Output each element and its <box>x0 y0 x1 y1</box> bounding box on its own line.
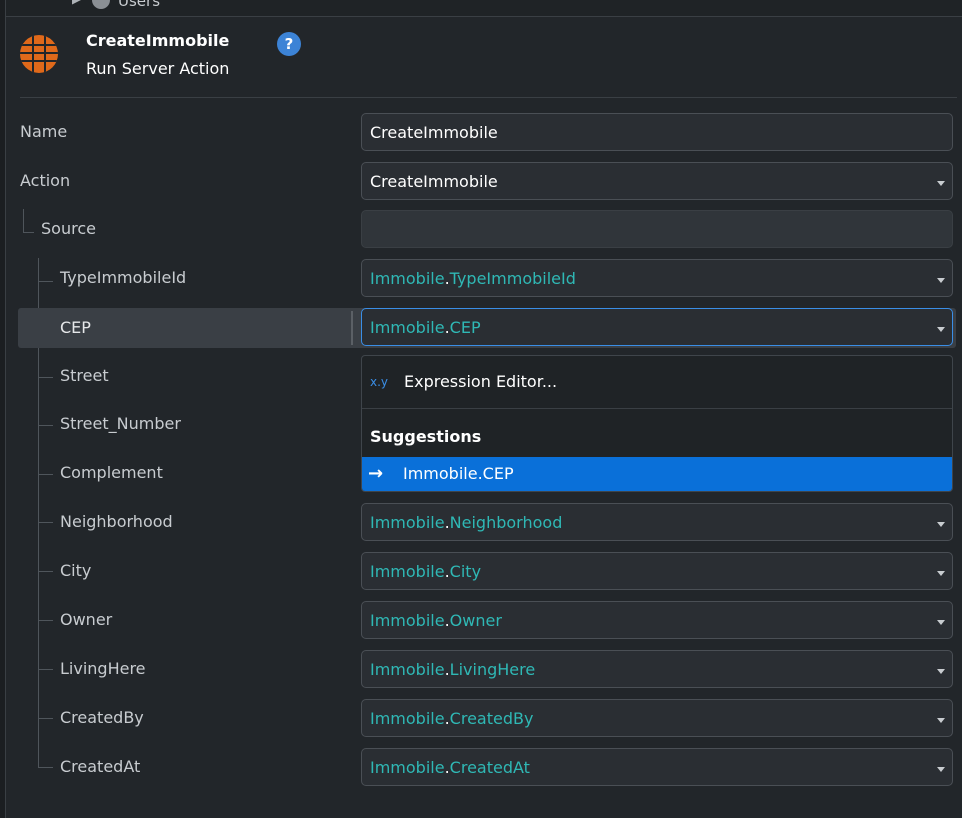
expression-value: Immobile.CEP <box>370 318 481 337</box>
tree-node-users[interactable]: ▶ Users <box>6 0 962 17</box>
property-label: Neighborhood <box>60 512 173 531</box>
property-label: LivingHere <box>60 659 146 678</box>
name-input[interactable]: CreateImmobile <box>361 113 953 151</box>
property-label: Source <box>41 219 96 238</box>
element-title: CreateImmobile <box>86 31 230 50</box>
chevron-down-icon[interactable] <box>937 669 945 674</box>
chevron-down-icon[interactable] <box>937 620 945 625</box>
city-select[interactable]: Immobile.City <box>361 552 953 590</box>
source-field <box>361 210 953 248</box>
property-label: TypeImmobileId <box>60 268 187 287</box>
chevron-down-icon[interactable] <box>937 181 945 186</box>
expression-editor-option[interactable]: x.y Expression Editor... <box>362 356 952 409</box>
property-label: City <box>60 561 92 580</box>
action-select[interactable]: CreateImmobile <box>361 162 953 200</box>
chevron-down-icon[interactable] <box>937 767 945 772</box>
name-value: CreateImmobile <box>370 123 498 142</box>
livinghere-select[interactable]: Immobile.LivingHere <box>361 650 953 688</box>
action-value: CreateImmobile <box>370 172 498 191</box>
expression-value: Immobile.City <box>370 562 482 581</box>
cep-dropdown-menu: x.y Expression Editor... Suggestions → I… <box>361 355 953 492</box>
property-label: Street_Number <box>60 414 181 433</box>
expression-value: Immobile.LivingHere <box>370 660 536 679</box>
property-label: Owner <box>60 610 113 629</box>
property-label: Street <box>60 366 109 385</box>
chevron-down-icon[interactable] <box>937 571 945 576</box>
left-panel-edge <box>0 0 6 818</box>
chevron-down-icon[interactable] <box>937 718 945 723</box>
column-splitter[interactable] <box>351 311 353 345</box>
chevron-down-icon[interactable] <box>937 522 945 527</box>
users-icon <box>92 0 110 9</box>
owner-select[interactable]: Immobile.Owner <box>361 601 953 639</box>
expression-value: Immobile.CreatedAt <box>370 758 530 777</box>
cep-select[interactable]: Immobile.CEP <box>361 308 953 346</box>
expression-editor-label: Expression Editor... <box>404 372 558 391</box>
expression-value: Immobile.Neighborhood <box>370 513 563 532</box>
property-label: Name <box>20 122 68 141</box>
expression-value: Immobile.CreatedBy <box>370 709 534 728</box>
expression-value: Immobile.TypeImmobileId <box>370 269 576 288</box>
expression-icon: x.y <box>370 375 389 389</box>
help-icon[interactable]: ? <box>277 32 301 56</box>
neighborhood-select[interactable]: Immobile.Neighborhood <box>361 503 953 541</box>
element-type: Run Server Action <box>86 59 230 78</box>
properties-header: CreateImmobile ? Run Server Action <box>6 17 962 98</box>
chevron-down-icon[interactable] <box>937 278 945 283</box>
property-label: CEP <box>60 318 91 337</box>
tree-node-label: Users <box>118 0 161 10</box>
expression-value: Immobile.Owner <box>370 611 502 630</box>
header-divider <box>20 97 957 98</box>
suggestion-item[interactable]: → Immobile.CEP <box>362 457 952 491</box>
suggestion-label: Immobile.CEP <box>403 464 514 483</box>
property-label: CreatedAt <box>60 757 141 776</box>
server-action-icon <box>20 35 58 73</box>
expand-arrow-icon[interactable]: ▶ <box>72 0 81 6</box>
arrow-in-icon: → <box>368 463 384 484</box>
createdat-select[interactable]: Immobile.CreatedAt <box>361 748 953 786</box>
suggestions-header: Suggestions <box>370 427 482 446</box>
property-label: CreatedBy <box>60 708 144 727</box>
createdby-select[interactable]: Immobile.CreatedBy <box>361 699 953 737</box>
typeimmobileid-select[interactable]: Immobile.TypeImmobileId <box>361 259 953 297</box>
chevron-down-icon[interactable] <box>937 327 945 332</box>
property-label: Complement <box>60 463 163 482</box>
property-label: Action <box>20 171 71 190</box>
